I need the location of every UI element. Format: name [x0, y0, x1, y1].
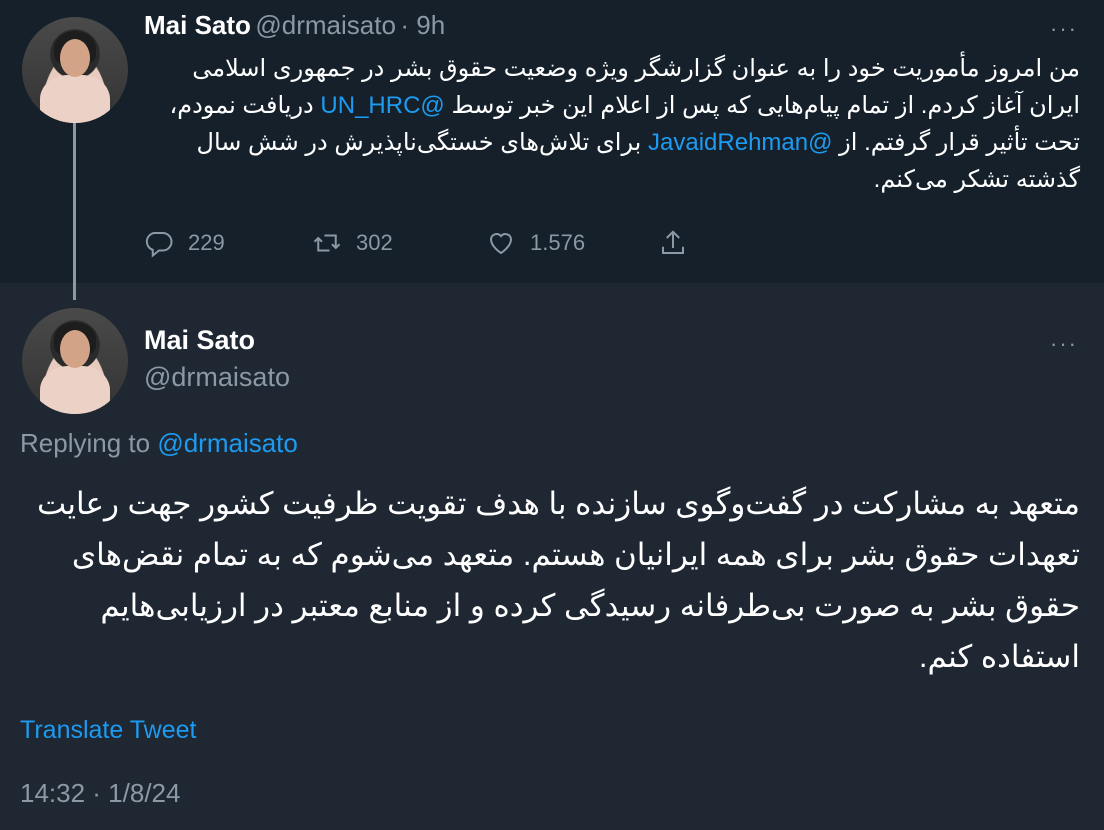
replying-to-prefix: Replying to [20, 428, 158, 458]
author-name[interactable]: Mai Sato [144, 325, 255, 356]
retweet-count: 302 [356, 230, 393, 255]
more-icon[interactable]: ··· [1050, 18, 1078, 40]
avatar[interactable] [22, 17, 128, 123]
like-button[interactable]: 1.576 [486, 228, 585, 258]
tweet-header: Mai Sato @drmaisato · 9h [144, 10, 445, 41]
avatar[interactable] [22, 308, 128, 414]
retweet-button[interactable]: 302 [312, 228, 393, 258]
reply-count: 229 [188, 230, 225, 255]
mention-link[interactable]: @JavaidRehman [648, 129, 832, 156]
share-button[interactable] [658, 228, 702, 258]
tweet-actions: 229 302 1.576 [144, 228, 744, 262]
author-name[interactable]: Mai Sato [144, 10, 251, 40]
author-handle[interactable]: @drmaisato [255, 10, 396, 40]
mention-link[interactable]: @UN_HRC [320, 92, 444, 119]
thread-connector-line [73, 120, 76, 300]
heart-icon [489, 233, 513, 255]
like-count: 1.576 [530, 230, 586, 255]
retweet-icon [313, 234, 341, 252]
more-icon[interactable]: ··· [1050, 333, 1078, 355]
replying-to-line: Replying to @drmaisato [20, 428, 298, 459]
author-handle[interactable]: @drmaisato [144, 362, 290, 393]
reply-button[interactable]: 229 [144, 228, 225, 258]
replying-to-mention[interactable]: @drmaisato [157, 428, 298, 458]
tweet-text: متعهد به مشارکت در گفت‌وگوی سازنده با هد… [36, 486, 1080, 674]
tweet-time[interactable]: · 9h [400, 10, 445, 40]
tweet-timestamp[interactable]: 14:32 · 1/8/24 [20, 778, 180, 809]
translate-tweet-link[interactable]: Translate Tweet [20, 716, 196, 745]
tweet-text: من امروز مأموریت خود را به عنوان گزارشگر… [144, 50, 1080, 198]
reply-icon [145, 232, 173, 258]
share-icon [662, 230, 684, 254]
